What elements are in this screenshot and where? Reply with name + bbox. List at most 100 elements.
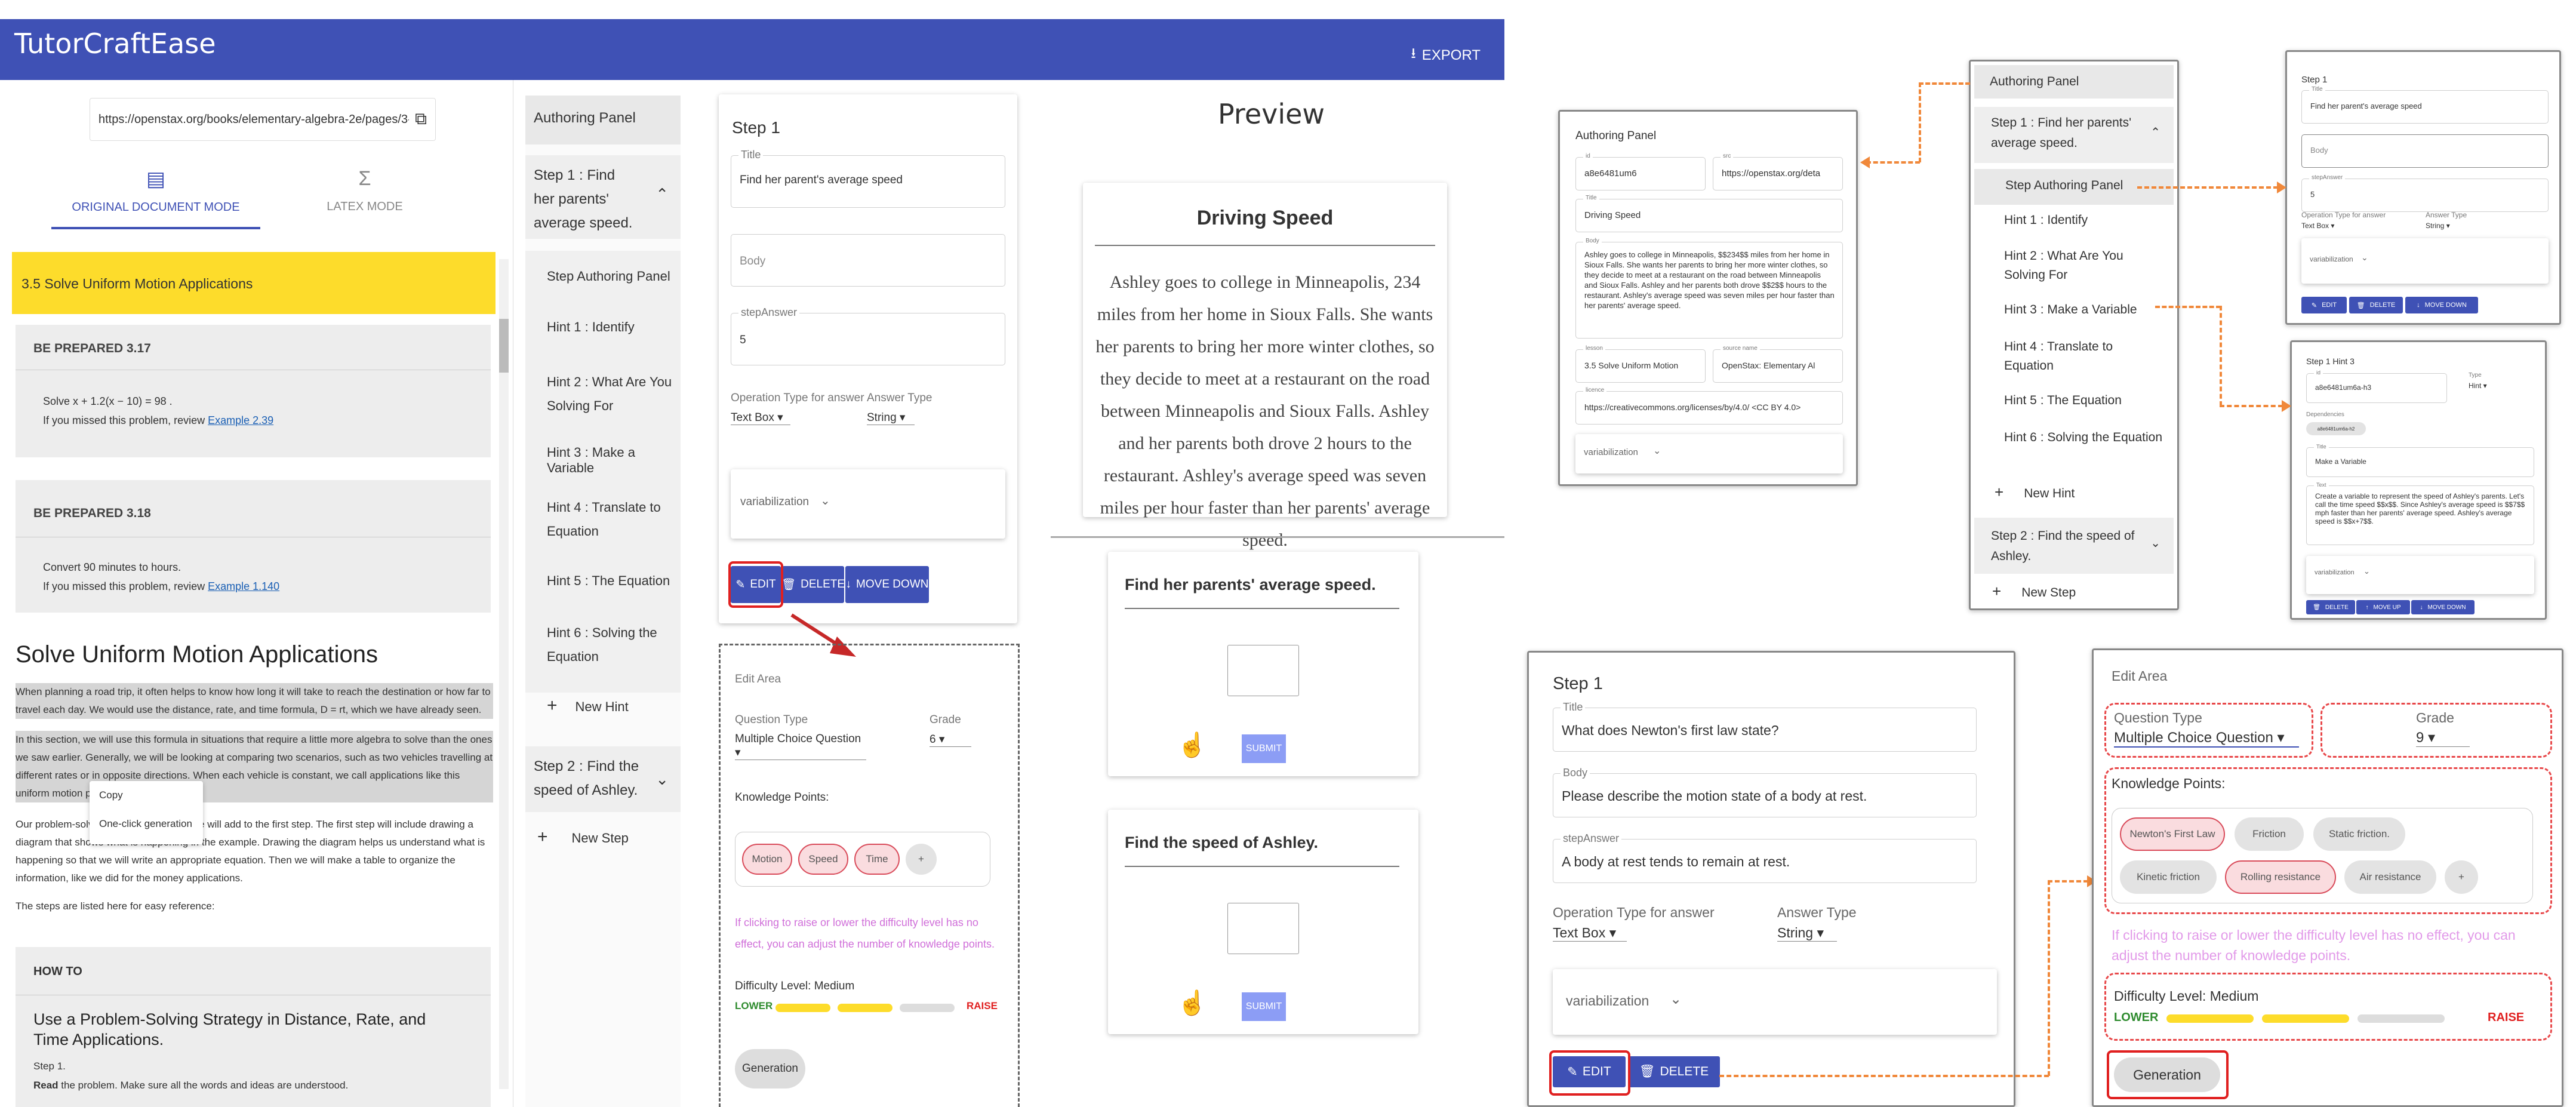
external-link-icon[interactable]: ⧉ <box>415 109 427 129</box>
difficulty-bar[interactable] <box>2262 1014 2349 1023</box>
nav-step-2[interactable]: Step 2 : Find the speed of Ashley. ⌄ <box>525 746 681 812</box>
move-down-button[interactable]: ↓ MOVE DOWN <box>2411 600 2475 614</box>
variabilization-expander[interactable]: variabilization ⌄ <box>2301 238 2549 284</box>
nav-item-hint-2[interactable]: Hint 2 : What Are You Solving For <box>547 370 672 418</box>
operation-type-select[interactable]: Text Box ▾ <box>731 411 790 425</box>
answer-input[interactable] <box>1227 645 1299 696</box>
move-down-button[interactable]: ↓ MOVE DOWN <box>2405 297 2478 313</box>
nav-item-hint-1[interactable]: Hint 1 : Identify <box>547 319 672 335</box>
step-answer-field[interactable]: stepAnswer A body at rest tends to remain… <box>1553 832 1977 883</box>
fig-nav-hint-3[interactable]: Hint 3 : Make a Variable <box>2004 303 2165 317</box>
question-type-select[interactable]: Multiple Choice Question ▾ <box>735 733 866 760</box>
title-field[interactable]: Title Find her parent's average speed <box>731 149 1005 208</box>
source-name-field[interactable]: source name OpenStax: Elementary Al <box>1713 345 1843 383</box>
add-chip-button[interactable]: + <box>2445 860 2478 894</box>
answer-type-select[interactable]: String ▾ <box>1777 925 1837 942</box>
operation-type-select[interactable]: Text Box ▾ <box>2301 222 2334 230</box>
body-field[interactable]: Body <box>731 234 1005 287</box>
licence-field[interactable]: licence https://creativecommons.org/licen… <box>1575 387 1843 425</box>
scrollbar[interactable] <box>499 259 509 1089</box>
step-answer-field[interactable]: stepAnswer 5 <box>731 306 1005 365</box>
lesson-field[interactable]: lesson 3.5 Solve Uniform Motion <box>1575 345 1706 383</box>
add-chip-button[interactable]: + <box>906 844 937 875</box>
chip-air-resistance[interactable]: Air resistance <box>2344 860 2436 894</box>
menu-item-copy[interactable]: Copy <box>99 789 123 801</box>
move-up-button[interactable]: ↑ MOVE UP <box>2356 600 2410 614</box>
submit-button[interactable]: SUBMIT <box>1242 734 1286 763</box>
chip-speed[interactable]: Speed <box>798 844 848 875</box>
id-field[interactable]: id a8e6481um6 <box>1575 153 1706 190</box>
difficulty-bar[interactable] <box>775 1004 830 1012</box>
chevron-down-icon[interactable]: ⌄ <box>2150 536 2160 551</box>
difficulty-bar[interactable] <box>900 1004 955 1012</box>
fig-new-hint[interactable]: + New Hint <box>1995 483 2156 502</box>
delete-button[interactable]: 🗑 DELETE <box>1628 1056 1720 1087</box>
new-hint-button[interactable]: + New Hint <box>547 696 672 716</box>
url-bar[interactable]: https://openstax.org/books/elementary-al… <box>90 98 436 141</box>
variabilization-expander[interactable]: variabilization ⌄ <box>1575 434 1843 473</box>
hint-type-select[interactable]: Hint ▾ <box>2469 382 2487 390</box>
fig-nav-step-2[interactable]: Step 2 : Find the speed of Ashley. ⌄ <box>1974 518 2174 574</box>
chip-newtons-first-law[interactable]: Newton's First Law <box>2120 817 2225 851</box>
chip-friction[interactable]: Friction <box>2235 817 2304 851</box>
fig-nav-hint-2[interactable]: Hint 2 : What Are You Solving For <box>2004 247 2165 285</box>
variabilization-expander[interactable]: variabilization ⌄ <box>731 469 1005 539</box>
title-field[interactable]: Title Driving Speed <box>1575 195 1843 232</box>
tab-original-mode[interactable]: ▤ ORIGINAL DOCUMENT MODE <box>51 164 260 229</box>
hint-title-field[interactable]: Title Make a Variable <box>2306 444 2534 477</box>
nav-item-hint-3[interactable]: Hint 3 : Make a Variable <box>547 445 684 476</box>
fig-nav-hint-4[interactable]: Hint 4 : Translate to Equation <box>2004 337 2165 376</box>
answer-type-select[interactable]: String ▾ <box>2426 222 2450 230</box>
variabilization-expander[interactable]: variabilization ⌄ <box>2306 556 2534 594</box>
chevron-up-icon[interactable]: ⌃ <box>655 185 669 204</box>
delete-button[interactable]: 🗑 DELETE <box>2349 297 2403 313</box>
answer-type-select[interactable]: String ▾ <box>867 411 915 425</box>
difficulty-bar[interactable] <box>2358 1014 2445 1023</box>
nav-item-step-authoring-panel[interactable]: Step Authoring Panel <box>547 269 672 284</box>
generation-button[interactable]: Generation <box>735 1049 805 1088</box>
difficulty-bar[interactable] <box>2166 1014 2254 1023</box>
chip-rolling-resistance[interactable]: Rolling resistance <box>2225 860 2336 894</box>
export-button[interactable]: ⭳ EXPORT <box>1411 43 1481 67</box>
chevron-down-icon[interactable]: ⌄ <box>655 770 669 789</box>
submit-button[interactable]: SUBMIT <box>1242 992 1286 1021</box>
answer-input[interactable] <box>1227 903 1299 954</box>
fig-nav-hint-5[interactable]: Hint 5 : The Equation <box>2004 393 2165 408</box>
chip-motion[interactable]: Motion <box>742 844 792 875</box>
difficulty-bar[interactable] <box>838 1004 892 1012</box>
body-field[interactable]: Body Please describe the motion state of … <box>1553 767 1977 817</box>
fig-nav-hint-1[interactable]: Hint 1 : Identify <box>2004 213 2165 227</box>
chip-time[interactable]: Time <box>854 844 900 875</box>
body-field[interactable]: Body Ashley goes to college in Minneapoli… <box>1575 238 1843 339</box>
operation-type-select[interactable]: Text Box ▾ <box>1553 925 1627 942</box>
src-field[interactable]: src https://openstax.org/deta <box>1713 153 1843 190</box>
move-down-button[interactable]: ↓ MOVE DOWN <box>845 566 929 603</box>
hint-text-field[interactable]: Text Create a variable to represent the s… <box>2306 482 2534 545</box>
example-link[interactable]: Example 1.140 <box>208 580 279 592</box>
dependency-chip[interactable]: a8e6481um6a-h2 <box>2306 422 2366 435</box>
delete-button[interactable]: 🗑 DELETE <box>781 566 845 603</box>
edit-button[interactable]: ✎ EDIT <box>2301 297 2347 313</box>
fig-new-step[interactable]: + New Step <box>1992 582 2153 601</box>
chip-static-friction[interactable]: Static friction. <box>2313 817 2405 851</box>
body-field[interactable]: Body <box>2301 134 2549 168</box>
new-step-button[interactable]: + New Step <box>537 827 669 847</box>
chip-kinetic-friction[interactable]: Kinetic friction <box>2120 860 2217 894</box>
title-field[interactable]: Title Find her parent's average speed <box>2301 86 2549 124</box>
chevron-up-icon[interactable]: ⌃ <box>2150 125 2160 140</box>
nav-item-hint-5[interactable]: Hint 5 : The Equation <box>547 573 672 589</box>
grade-select[interactable]: 6 ▾ <box>930 733 971 747</box>
title-field[interactable]: Title What does Newton's first law state? <box>1553 701 1977 752</box>
step-answer-field[interactable]: stepAnswer 5 <box>2301 174 2549 212</box>
nav-step-1[interactable]: Step 1 : Find her parents' average speed… <box>525 155 681 239</box>
tab-latex-mode[interactable]: Σ LATEX MODE <box>260 164 469 229</box>
nav-item-hint-6[interactable]: Hint 6 : Solving the Equation <box>547 621 672 669</box>
question-type-select[interactable]: Multiple Choice Question ▾ <box>2114 729 2299 748</box>
fig-nav-hint-6[interactable]: Hint 6 : Solving the Equation <box>2004 428 2165 447</box>
menu-item-one-click-generation[interactable]: One-click generation <box>99 818 192 830</box>
variabilization-expander[interactable]: variabilization ⌄ <box>1553 969 1997 1035</box>
nav-item-hint-4[interactable]: Hint 4 : Translate to Equation <box>547 496 672 543</box>
hint-id-field[interactable]: id a8e6481um6a-h3 <box>2306 370 2447 403</box>
grade-select[interactable]: 9 ▾ <box>2416 729 2470 747</box>
fig-nav-step-1[interactable]: Step 1 : Find her parents' average speed… <box>1974 107 2174 163</box>
